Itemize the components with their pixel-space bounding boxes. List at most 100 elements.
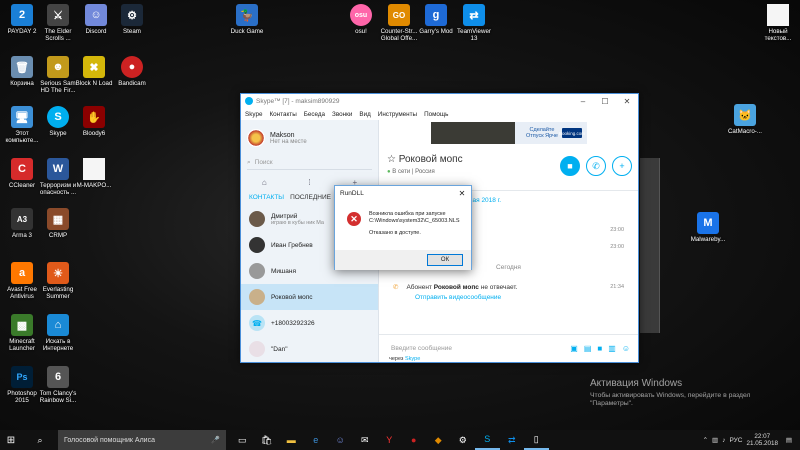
contact-item-dan[interactable]: "Dan" (241, 336, 378, 362)
notifications-icon[interactable]: ▤ (782, 436, 796, 444)
star-icon[interactable]: ☆ (387, 154, 399, 165)
maximize-button[interactable]: ☐ (594, 97, 616, 106)
video-call-button[interactable]: ■ (560, 156, 580, 176)
desktop-icon-catmacro[interactable]: 🐱 CatMacro-... (720, 104, 770, 135)
desktop-icon-search-web[interactable]: ⌂ Искать в Интернете (36, 314, 80, 352)
volume-icon[interactable]: ♪ (722, 437, 725, 444)
desktop-icon-new-text[interactable]: Новый текстов... (756, 4, 800, 42)
missed-call-message: ✆ Абонент Роковой мопс не отвечает. (393, 283, 517, 291)
desktop-icon-teamviewer[interactable]: ⇄ TeamViewer 13 (452, 4, 496, 42)
skype-title-bar[interactable]: Skype™ [7] - maksim890929 – ☐ ✕ (241, 94, 638, 108)
tab-recent[interactable]: ПОСЛЕДНИЕ (290, 194, 331, 206)
profile-avatar[interactable] (247, 129, 265, 147)
avatar (249, 341, 265, 357)
mail-icon[interactable]: ✉ (353, 430, 378, 450)
activation-line: "Параметры". (590, 400, 633, 407)
menu-skype[interactable]: Skype (245, 111, 263, 118)
ad-button[interactable]: Booking.com (559, 128, 585, 138)
menu-conversation[interactable]: Беседа (304, 111, 325, 118)
block-n-load-icon: ✖ (83, 56, 105, 78)
activation-line: Чтобы активировать Windows, перейдите в … (590, 392, 751, 399)
message-input[interactable]: Введите сообщение (391, 345, 452, 352)
dialog-close-button[interactable]: ✕ (453, 189, 471, 198)
network-icon[interactable]: ▥ (712, 436, 718, 444)
send-video-message-link[interactable]: Отправить видеосообщение (415, 294, 501, 301)
task-view-icon[interactable]: ▭ (230, 430, 255, 450)
payday-icon: 2 (11, 4, 33, 26)
taskbar-search-button[interactable]: ⌕ (22, 430, 58, 450)
contact-name: Мишаня (271, 267, 296, 275)
yandex-browser-icon[interactable]: Y (377, 430, 402, 450)
desktop-icon-malwarebytes[interactable]: M Malwareby... (684, 212, 732, 243)
profile-area[interactable]: Makson Нет на месте (241, 120, 378, 156)
desktop-icon-bloody[interactable]: ✋ Bloody6 (72, 106, 116, 137)
contact-name: Дмитрий (271, 212, 298, 220)
blank-file-icon (83, 158, 105, 180)
home-icon[interactable]: ⌂ (262, 178, 267, 187)
bandicam-taskbar-icon[interactable]: ● (402, 430, 427, 450)
malwarebytes-icon: M (697, 212, 719, 234)
menu-help[interactable]: Помощь (424, 111, 448, 118)
desktop-icon-everlasting-summer[interactable]: ☀ Everlasting Summer (36, 262, 80, 300)
store-icon[interactable]: 🛍 (255, 430, 280, 450)
close-button[interactable]: ✕ (616, 97, 638, 106)
csgo-taskbar-icon[interactable]: ◆ (426, 430, 451, 450)
search-box[interactable]: ⌕ Поиск (247, 156, 372, 170)
add-people-button[interactable]: + (612, 156, 632, 176)
desktop-icon-m-makpo[interactable]: M-MAKPO... (72, 158, 116, 189)
clock-time: 22:07 (754, 433, 771, 440)
audio-call-button[interactable]: ✆ (586, 156, 606, 176)
teamviewer-taskbar-icon[interactable]: ⇄ (500, 430, 525, 450)
file-explorer-icon[interactable]: ▬ (279, 430, 304, 450)
document-taskbar-icon[interactable]: ▯ (524, 430, 549, 450)
contact-name: "Dan" (271, 345, 288, 353)
menu-contacts[interactable]: Контакты (270, 111, 297, 118)
desktop-icon-steam[interactable]: ⚙ Steam (110, 4, 154, 35)
skype-taskbar-icon[interactable]: S (475, 430, 500, 450)
edge-icon[interactable]: e (304, 430, 329, 450)
voice-assistant-box[interactable]: Голосовой помощник Алиса 🎤 (58, 430, 226, 450)
contacts-share-icon[interactable]: ▥ (608, 344, 616, 353)
tab-contacts[interactable]: КОНТАКТЫ (249, 194, 284, 206)
desktop-icon-duck-game[interactable]: 🦆 Duck Game (225, 4, 269, 35)
menu-tools[interactable]: Инструменты (378, 111, 417, 118)
dialog-message-path: C:\Windows\system32\C_65003.NLS (369, 217, 460, 224)
show-hidden-icons-icon[interactable]: ⌃ (703, 436, 708, 444)
windows-logo-icon: ⊞ (6, 434, 16, 446)
message-input-bar: Введите сообщение ▣ ▤ ■ ▥ ☺ (379, 334, 638, 362)
send-image-icon[interactable]: ▣ (570, 344, 578, 353)
avatar (249, 211, 265, 227)
taskbar: ⊞ ⌕ Голосовой помощник Алиса 🎤 ▭ 🛍 ▬ e ☺… (0, 430, 800, 450)
desktop-icon-rainbow-six[interactable]: 6 Tom Clancy's Rainbow Si... (36, 366, 80, 404)
bandicam-icon: ● (121, 56, 143, 78)
desktop-icon-crmp[interactable]: ▦ CRMP (36, 208, 80, 239)
send-file-icon[interactable]: ▤ (584, 344, 592, 353)
emoticon-icon[interactable]: ☺ (622, 344, 630, 353)
skype-window-title: Skype™ [7] - maksim890929 (256, 97, 340, 105)
missed-name: Роковой мопс (433, 284, 479, 291)
clock[interactable]: 22:07 21.05.2018 (746, 433, 778, 447)
discord-taskbar-icon[interactable]: ☺ (328, 430, 353, 450)
minimize-button[interactable]: – (572, 97, 594, 106)
language-indicator[interactable]: РУС (729, 437, 742, 444)
dialog-title-bar[interactable]: RunDLL ✕ (335, 186, 471, 200)
steam-icon: ⚙ (121, 4, 143, 26)
booking-ad-banner[interactable]: Сделайте Отпуск Ярче Booking.com (431, 122, 587, 144)
csgo-icon: GO (388, 4, 410, 26)
video-message-icon[interactable]: ■ (597, 344, 602, 353)
steam-taskbar-icon[interactable]: ⚙ (451, 430, 476, 450)
teamviewer-icon: ⇄ (463, 4, 485, 26)
search-input[interactable]: Поиск (255, 159, 273, 166)
microphone-icon[interactable]: 🎤 (211, 436, 220, 444)
contact-item-phone[interactable]: ☎ +18003292326 (241, 310, 378, 336)
ok-button[interactable]: ОК (427, 254, 463, 266)
menu-calls[interactable]: Звонки (332, 111, 352, 118)
missed-call-time: 21:34 (610, 284, 624, 290)
contact-item-rokovoy-mops[interactable]: Роковой мопс (241, 284, 378, 310)
rainbow-six-icon: 6 (47, 366, 69, 388)
avatar (249, 289, 265, 305)
start-button[interactable]: ⊞ (0, 430, 22, 450)
dialpad-icon[interactable]: ⁞ (308, 178, 310, 187)
menu-view[interactable]: Вид (359, 111, 370, 118)
desktop-icon-bandicam[interactable]: ● Bandicam (110, 56, 154, 87)
